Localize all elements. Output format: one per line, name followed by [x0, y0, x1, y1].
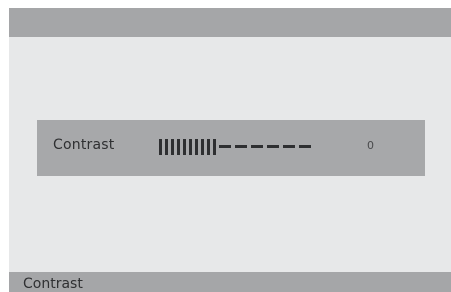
status-label: Contrast [23, 276, 83, 292]
level-segment-empty [219, 145, 231, 148]
level-segment-filled [183, 138, 186, 155]
level-segment-empty [251, 145, 263, 148]
level-segment-empty [299, 145, 311, 148]
level-segment-empty [283, 145, 295, 148]
level-segment-filled [207, 138, 210, 155]
level-segment-empty [267, 145, 279, 148]
level-segment-filled [165, 138, 168, 155]
level-segment-filled [171, 138, 174, 155]
contrast-level-bar[interactable] [159, 138, 315, 155]
contrast-osd-panel: Contrast 0 [37, 120, 425, 176]
level-segment-filled [213, 138, 216, 155]
osd-label: Contrast [53, 137, 115, 153]
level-segment-empty [235, 145, 247, 148]
level-segment-filled [177, 138, 180, 155]
osd-value: 0 [367, 139, 374, 152]
level-segment-filled [195, 138, 198, 155]
bottom-status-bar: Contrast [9, 272, 451, 292]
level-segment-filled [201, 138, 204, 155]
top-bar [9, 8, 451, 37]
level-segment-filled [189, 138, 192, 155]
tv-screen: Contrast 0 Contrast [9, 8, 451, 292]
level-segment-filled [159, 138, 162, 155]
